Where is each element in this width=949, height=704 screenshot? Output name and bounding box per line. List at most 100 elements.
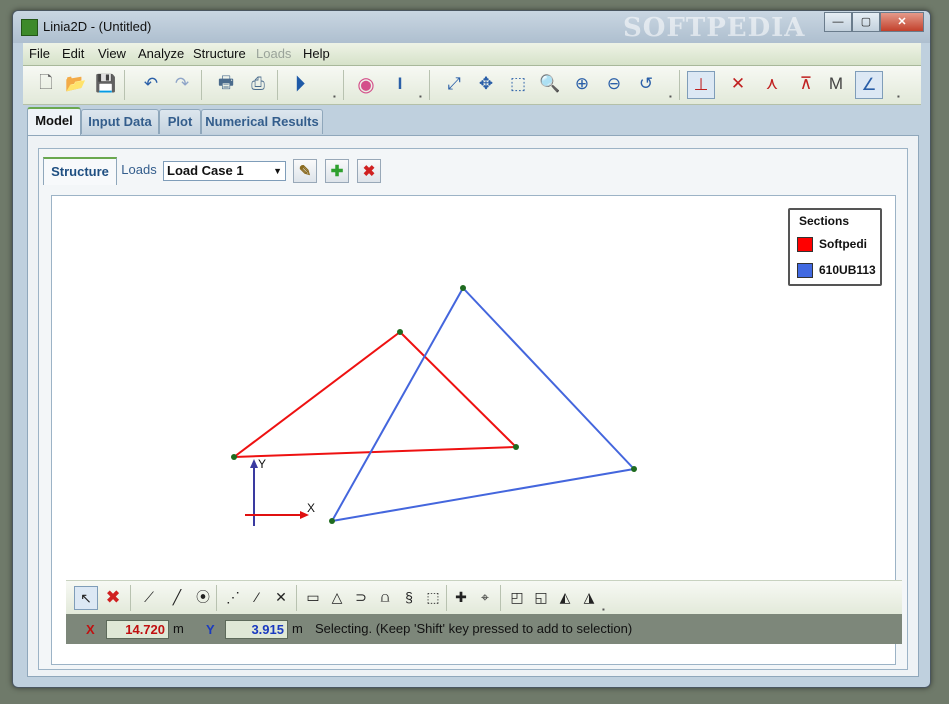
pinned-support-icon[interactable]: △	[326, 586, 348, 608]
redo-icon[interactable]: ↷	[169, 71, 195, 97]
divide-member-icon[interactable]: ⋰	[222, 586, 244, 608]
status-bar: X 14.720 m Y 3.915 m Selecting. (Keep 'S…	[66, 614, 902, 644]
free-node-icon[interactable]: ⬚	[422, 586, 444, 608]
show-axes-icon[interactable]: ⊥	[687, 71, 715, 99]
node[interactable]	[513, 444, 519, 450]
save-icon[interactable]: 💾	[93, 71, 119, 97]
y-coord-label: Y	[206, 622, 215, 637]
legend-label: 610UB113	[819, 263, 876, 277]
delete-icon[interactable]: ✖	[102, 586, 124, 608]
print-preview-icon[interactable]: 🖶	[213, 71, 239, 97]
draw-line-icon[interactable]: ╱	[166, 586, 188, 608]
color-wheel-icon[interactable]: ◉	[353, 71, 379, 97]
split-member-icon[interactable]: ⁄	[246, 586, 268, 608]
watermark: SOFTPEDIA	[623, 13, 806, 43]
close-window-button[interactable]: ✕	[880, 12, 924, 32]
zoom-window-icon[interactable]: ⬚	[505, 71, 531, 97]
zoom-out-icon[interactable]: ⊖	[601, 71, 627, 97]
section-angle-icon[interactable]: ◮	[578, 586, 600, 608]
roller-support-icon[interactable]: ⊃	[350, 586, 372, 608]
member-red-1[interactable]	[233, 331, 401, 458]
roller-support-2-icon[interactable]: ⩍	[374, 586, 396, 608]
text-cursor-icon[interactable]: I	[387, 71, 413, 97]
dimensions-icon[interactable]: ∠	[855, 71, 883, 99]
tab-input-data[interactable]: Input Data	[81, 109, 159, 134]
tab-model[interactable]: Model	[27, 107, 81, 137]
pan-icon[interactable]: ✥	[473, 71, 499, 97]
new-file-icon[interactable]: 🗋	[33, 71, 59, 97]
run-analysis-icon[interactable]: ⏵	[287, 71, 313, 97]
main-toolbar: 🗋 📂 💾 ↶ ↷ 🖶 ⎙ ⏵ ▪ ◉ I ▪ ⤢ ✥ ⬚ 🔍 ⊕ ⊖ ↺ ▪ …	[23, 66, 921, 105]
x-axis-label: X	[307, 501, 315, 515]
legend-title: Sections	[799, 214, 850, 228]
tab-numerical-results[interactable]: Numerical Results	[201, 109, 323, 134]
drawing-canvas[interactable]: Y X Sections Softpedi 610UB113 ↖ ✖ ⟋ ╱ ⦿…	[51, 195, 902, 665]
chevron-down-icon: ▼	[273, 166, 282, 176]
node[interactable]	[329, 518, 335, 524]
sections-legend: Sections Softpedi 610UB113	[788, 208, 882, 286]
model-panel: Structure Loads Load Case 1 ▼ ✎ ✚ ✖ Y X …	[27, 135, 919, 677]
menu-view[interactable]: View	[98, 46, 126, 61]
member-red-3[interactable]	[233, 446, 517, 458]
edit-load-case-button[interactable]: ✎	[293, 159, 317, 183]
rigid-joint-icon[interactable]: ✚	[450, 586, 472, 608]
app-icon	[21, 19, 38, 36]
load-case-value: Load Case 1	[167, 163, 244, 178]
member-blue-2[interactable]	[462, 287, 635, 470]
structure-panel: Structure Loads Load Case 1 ▼ ✎ ✚ ✖ Y X …	[38, 148, 908, 670]
tab-plot[interactable]: Plot	[159, 109, 201, 134]
select-pointer-icon[interactable]: ↖	[74, 586, 98, 610]
moments-icon[interactable]: M	[823, 71, 849, 97]
x-coord-label: X	[86, 622, 95, 637]
node[interactable]	[397, 329, 403, 335]
zoom-in-icon[interactable]: ⊕	[569, 71, 595, 97]
release-end-icon[interactable]: ◱	[530, 586, 552, 608]
menu-help[interactable]: Help	[303, 46, 330, 61]
member-numbers-icon[interactable]: ⋏	[759, 71, 785, 97]
member-red-2[interactable]	[399, 331, 517, 448]
fixed-support-icon[interactable]: ▭	[302, 586, 324, 608]
node[interactable]	[231, 454, 237, 460]
member-blue-1[interactable]	[331, 287, 464, 522]
status-message: Selecting. (Keep 'Shift' key pressed to …	[315, 621, 633, 636]
spring-support-icon[interactable]: §	[398, 586, 420, 608]
y-coord-value: 3.915	[225, 620, 288, 639]
node-numbers-icon[interactable]: ✕	[725, 71, 751, 97]
y-axis-label: Y	[258, 457, 266, 471]
y-coord-unit: m	[292, 621, 303, 636]
app-window: Linia2D - (Untitled) SOFTPEDIA — ▢ ✕ Fil…	[12, 10, 931, 688]
draw-member-icon[interactable]: ⟋	[138, 586, 160, 608]
title-bar: Linia2D - (Untitled) SOFTPEDIA — ▢ ✕	[13, 11, 930, 43]
draw-node-member-icon[interactable]: ⦿	[192, 586, 214, 608]
intersect-members-icon[interactable]: ✕	[270, 586, 292, 608]
add-load-case-button[interactable]: ✚	[325, 159, 349, 183]
zoom-extents-icon[interactable]: ⤢	[441, 71, 467, 97]
open-folder-icon[interactable]: 📂	[63, 71, 89, 97]
mirror-icon[interactable]: ◭	[554, 586, 576, 608]
print-icon[interactable]: ⎙	[245, 71, 271, 97]
supports-icon[interactable]: ⊼	[793, 71, 819, 97]
minimize-button[interactable]: —	[824, 12, 852, 32]
node[interactable]	[631, 466, 637, 472]
zoom-dynamic-icon[interactable]: 🔍	[537, 71, 563, 97]
release-start-icon[interactable]: ◰	[506, 586, 528, 608]
legend-label: Softpedi	[819, 237, 867, 251]
menu-loads[interactable]: Loads	[256, 46, 291, 61]
menu-analyze[interactable]: Analyze	[138, 46, 184, 61]
drawing-toolbar: ↖ ✖ ⟋ ╱ ⦿ ⋰ ⁄ ✕ ▭ △ ⊃ ⩍ § ⬚ ✚ ⌖ ◰ ◱ ◭ ◮ …	[66, 580, 902, 615]
menu-structure[interactable]: Structure	[193, 46, 246, 61]
zoom-previous-icon[interactable]: ↺	[633, 71, 659, 97]
legend-swatch	[797, 262, 813, 278]
menu-file[interactable]: File	[29, 46, 50, 61]
hinge-joint-icon[interactable]: ⌖	[474, 586, 496, 608]
menu-edit[interactable]: Edit	[62, 46, 84, 61]
tab-structure[interactable]: Structure	[43, 157, 117, 185]
load-case-select[interactable]: Load Case 1 ▼	[163, 161, 286, 181]
maximize-button[interactable]: ▢	[852, 12, 880, 32]
member-blue-3[interactable]	[331, 468, 635, 522]
undo-icon[interactable]: ↶	[138, 71, 164, 97]
delete-load-case-button[interactable]: ✖	[357, 159, 381, 183]
x-coord-value: 14.720	[106, 620, 169, 639]
tab-loads[interactable]: Loads	[117, 157, 161, 183]
node[interactable]	[460, 285, 466, 291]
